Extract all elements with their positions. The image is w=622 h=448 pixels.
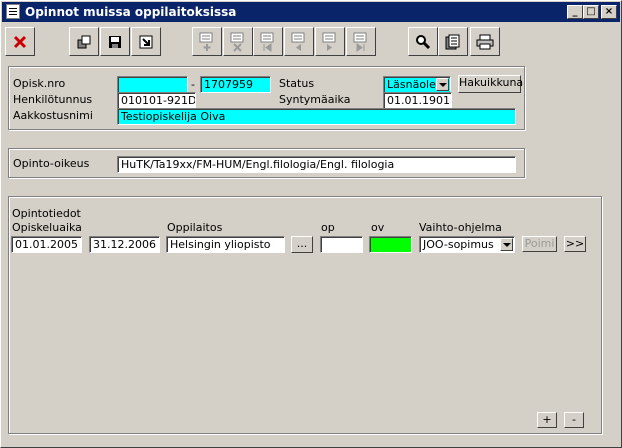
opintotiedot-label: Opintotiedot bbox=[12, 207, 81, 220]
minimize-button[interactable]: _ bbox=[567, 5, 583, 19]
first-record-icon bbox=[260, 32, 274, 52]
poimi-button[interactable]: Poimi bbox=[522, 236, 557, 252]
syntymaaika-field[interactable]: 01.01.1901 bbox=[383, 92, 452, 109]
opintotiedot-group bbox=[8, 196, 602, 434]
oppilaitos-browse-button[interactable]: ... bbox=[291, 236, 313, 253]
app-icon bbox=[6, 4, 20, 19]
vaihto-ohjelma-label: Vaihto-ohjelma bbox=[419, 221, 502, 234]
vaihto-ohjelma-select[interactable]: JOO-sopimus bbox=[419, 236, 515, 253]
opinto-oikeus-field[interactable]: HuTK/Ta19xx/FM-HUM/Engl.filologia/Engl. … bbox=[117, 156, 516, 173]
start-date-field[interactable]: 01.01.2005 bbox=[11, 236, 82, 253]
print-button[interactable] bbox=[470, 27, 500, 56]
last-record-button[interactable] bbox=[346, 27, 376, 56]
maximize-icon: □ bbox=[586, 6, 596, 17]
opisk-nro-check-field[interactable]: 1707959 bbox=[200, 76, 271, 93]
hakuikkuna-button[interactable]: Hakuikkuna bbox=[458, 75, 523, 93]
chevron-down-icon bbox=[500, 238, 513, 251]
title-bar: Opinnot muissa oppilaitoksissa _ □ × bbox=[2, 2, 620, 22]
prev-record-button[interactable] bbox=[284, 27, 314, 56]
remove-row-button[interactable]: - bbox=[564, 412, 584, 428]
print-icon bbox=[476, 34, 494, 49]
opisk-nro-label: Opisk.nro bbox=[13, 77, 66, 90]
op-label: op bbox=[321, 221, 335, 234]
opinto-oikeus-label: Opinto-oikeus bbox=[13, 157, 90, 170]
oppilaitos-label: Oppilaitos bbox=[167, 221, 223, 234]
henkilotunnus-field[interactable]: 010101-921D bbox=[117, 92, 196, 109]
cancel-button[interactable] bbox=[5, 27, 35, 56]
more-button[interactable]: >> bbox=[564, 236, 586, 252]
opiskeluaika-label: Opiskeluaika bbox=[12, 221, 82, 234]
maximize-button[interactable]: □ bbox=[583, 5, 599, 19]
add-row-button[interactable]: + bbox=[537, 412, 557, 428]
status-label: Status bbox=[279, 77, 315, 90]
copy-icon bbox=[77, 35, 91, 48]
opisk-nro-field[interactable] bbox=[117, 76, 188, 93]
exit-icon bbox=[139, 35, 153, 48]
prev-record-icon bbox=[291, 32, 305, 51]
document-icon bbox=[445, 34, 460, 49]
exit-button[interactable] bbox=[131, 27, 161, 56]
first-record-button[interactable] bbox=[253, 27, 283, 56]
henkilotunnus-label: Henkilötunnus bbox=[13, 93, 93, 106]
search-icon bbox=[416, 34, 431, 49]
vaihto-ohjelma-value: JOO-sopimus bbox=[423, 238, 494, 251]
add-record-icon bbox=[199, 32, 213, 51]
opisk-nro-dash: - bbox=[191, 78, 195, 91]
aakkostusnimi-label: Aakkostusnimi bbox=[13, 109, 93, 122]
op-field[interactable] bbox=[320, 236, 363, 253]
document-button[interactable] bbox=[438, 27, 468, 56]
delete-record-icon bbox=[230, 32, 244, 52]
ov-label: ov bbox=[371, 221, 385, 234]
next-record-icon bbox=[322, 32, 336, 51]
aakkostusnimi-field[interactable]: Testiopiskelija Oiva bbox=[117, 108, 516, 125]
last-record-icon bbox=[353, 32, 367, 52]
oppilaitos-field[interactable]: Helsingin yliopisto bbox=[166, 236, 285, 253]
status-value: Läsnäolev bbox=[387, 78, 443, 91]
window-title: Opinnot muissa oppilaitoksissa bbox=[25, 5, 237, 19]
delete-record-button[interactable] bbox=[223, 27, 253, 56]
save-icon bbox=[109, 35, 121, 48]
end-date-field[interactable]: 31.12.2006 bbox=[89, 236, 160, 253]
copy-button[interactable] bbox=[69, 27, 99, 56]
ov-field[interactable] bbox=[369, 236, 412, 253]
syntymaaika-label: Syntymäaika bbox=[279, 93, 351, 106]
close-icon bbox=[13, 35, 27, 48]
chevron-down-icon bbox=[436, 78, 449, 91]
search-button[interactable] bbox=[408, 27, 438, 56]
status-select[interactable]: Läsnäolev bbox=[383, 76, 451, 93]
save-button[interactable] bbox=[100, 27, 130, 56]
close-window-icon: × bbox=[604, 6, 614, 17]
add-record-button[interactable] bbox=[192, 27, 222, 56]
minimize-icon: _ bbox=[572, 6, 578, 17]
next-record-button[interactable] bbox=[315, 27, 345, 56]
close-window-button[interactable]: × bbox=[601, 5, 617, 19]
